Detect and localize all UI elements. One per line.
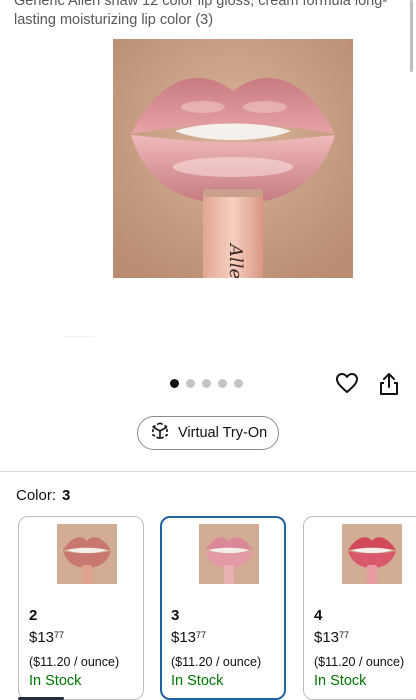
- color-selector-header: Color: 3: [16, 487, 70, 504]
- section-divider: [0, 471, 416, 472]
- color-option-stock: In Stock: [29, 673, 82, 689]
- virtual-try-on-label: Virtual Try-On: [178, 425, 268, 441]
- color-option-name: 3: [171, 607, 180, 624]
- divider-faint: [64, 336, 94, 337]
- color-option-4[interactable]: 4 $1377 ($11.20 / ounce) In Stock: [303, 516, 416, 700]
- color-option-price: $1377: [171, 629, 207, 646]
- carousel-dot-4[interactable]: [218, 379, 227, 388]
- color-label: Color:: [16, 487, 57, 504]
- color-option-stock: In Stock: [314, 673, 367, 689]
- color-option-3[interactable]: 3 $1377 ($11.20 / ounce) In Stock: [160, 516, 286, 700]
- color-option-price: $1377: [314, 629, 350, 646]
- color-swatch-image: [57, 524, 117, 584]
- color-option-2[interactable]: 2 $1377 ($11.20 / ounce) In Stock: [18, 516, 144, 700]
- color-option-unit-price: ($11.20 / ounce): [29, 655, 120, 669]
- color-swatch-image: [199, 524, 259, 584]
- carousel-dots[interactable]: [170, 379, 243, 388]
- product-image[interactable]: Allen S: [113, 39, 353, 278]
- color-option-name: 4: [314, 607, 323, 624]
- color-swatch-image: [342, 524, 402, 584]
- color-option-price: $1377: [29, 629, 65, 646]
- carousel-dot-5[interactable]: [234, 379, 243, 388]
- color-option-name: 2: [29, 607, 38, 624]
- heart-icon[interactable]: [335, 371, 359, 395]
- share-icon[interactable]: [378, 372, 400, 396]
- carousel-dot-2[interactable]: [186, 379, 195, 388]
- color-option-unit-price: ($11.20 / ounce): [314, 655, 405, 669]
- virtual-try-on-button[interactable]: Virtual Try-On: [137, 416, 279, 450]
- product-title: Generic Allen shaw 12 color lip gloss, c…: [14, 0, 388, 28]
- carousel-dot-3[interactable]: [202, 379, 211, 388]
- color-selected-value: 3: [62, 487, 71, 504]
- product-brand-text: Allen S: [225, 242, 246, 278]
- color-option-unit-price: ($11.20 / ounce): [171, 655, 262, 669]
- scrollbar[interactable]: [410, 0, 413, 72]
- color-option-stock: In Stock: [171, 673, 224, 689]
- cube-icon: [150, 421, 170, 446]
- carousel-dot-1[interactable]: [170, 379, 179, 388]
